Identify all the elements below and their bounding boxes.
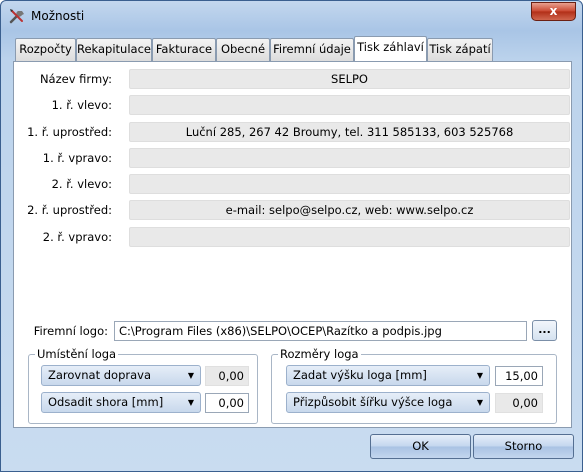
tools-icon <box>9 9 24 24</box>
height-value-input[interactable]: 15,00 <box>495 366 543 386</box>
tab-tisk-zahlavi[interactable]: Tisk záhlaví <box>354 36 427 61</box>
width-combo-value: Přizpůsobit šířku výšce loga <box>293 395 453 409</box>
chevron-down-icon: ▼ <box>476 371 483 380</box>
browse-button[interactable]: ... <box>532 320 557 341</box>
row1-left-field <box>129 95 570 115</box>
tab-obecne[interactable]: Obecné <box>216 38 270 61</box>
company-name-field: SELPO <box>129 69 570 89</box>
align-combo-value: Zarovnat doprava <box>48 368 152 382</box>
align-combo[interactable]: Zarovnat doprava ▼ <box>41 365 201 386</box>
height-combo[interactable]: Zadat výšku loga [mm] ▼ <box>286 365 490 386</box>
chevron-down-icon: ▼ <box>187 398 194 407</box>
row2-left-label: 2. ř. vlevo: <box>51 177 112 191</box>
cancel-button[interactable]: Storno <box>473 434 574 459</box>
company-name-label: Název firmy: <box>39 72 112 86</box>
window-title: Možnosti <box>31 9 85 23</box>
row1-center-field: Luční 285, 267 42 Broumy, tel. 311 58513… <box>129 122 570 142</box>
logo-size-title: Rozměry loga <box>278 347 361 361</box>
row1-right-label: 1. ř. vpravo: <box>42 151 112 165</box>
options-dialog: Možnosti x Rozpočty Rekapitulace Faktura… <box>0 0 583 472</box>
chevron-down-icon: ▼ <box>476 398 483 407</box>
logo-path-input[interactable]: C:\Program Files (x86)\SELPO\OCEP\Razítk… <box>114 321 527 341</box>
row1-left-label: 1. ř. vlevo: <box>51 98 112 112</box>
width-value-field: 0,00 <box>495 393 543 413</box>
logo-size-group: Rozměry loga Zadat výšku loga [mm] ▼ 15,… <box>271 347 557 424</box>
close-icon: x <box>549 4 558 18</box>
tab-rozpocty[interactable]: Rozpočty <box>15 38 76 61</box>
row1-center-label: 1. ř. uprostřed: <box>27 125 112 139</box>
tab-tisk-zapati[interactable]: Tisk zápatí <box>427 38 493 61</box>
offset-combo-value: Odsadit shora [mm] <box>48 395 164 409</box>
tab-firemni-udaje[interactable]: Firemní údaje <box>270 38 354 61</box>
title-bar[interactable]: Možnosti x <box>1 1 582 31</box>
height-combo-value: Zadat výšku loga [mm] <box>293 368 427 382</box>
offset-value-input[interactable]: 0,00 <box>205 393 249 413</box>
align-value-field: 0,00 <box>205 366 249 386</box>
logo-placement-group: Umístění loga Zarovnat doprava ▼ 0,00 Od… <box>28 347 258 424</box>
logo-label: Firemní logo: <box>33 324 108 338</box>
ok-button[interactable]: OK <box>370 434 471 459</box>
row2-right-label: 2. ř. vpravo: <box>42 230 112 244</box>
tab-fakturace[interactable]: Fakturace <box>152 38 216 61</box>
close-button[interactable]: x <box>531 2 576 21</box>
row2-center-label: 2. ř. uprostřed: <box>27 203 112 217</box>
width-combo[interactable]: Přizpůsobit šířku výšce loga ▼ <box>286 392 490 413</box>
row1-right-field <box>129 148 570 168</box>
logo-placement-title: Umístění loga <box>35 347 119 361</box>
chevron-down-icon: ▼ <box>187 371 194 380</box>
row2-right-field <box>129 227 570 247</box>
row2-left-field <box>129 174 570 194</box>
row2-center-field: e-mail: selpo@selpo.cz, web: www.selpo.c… <box>129 200 570 220</box>
offset-combo[interactable]: Odsadit shora [mm] ▼ <box>41 392 201 413</box>
tab-rekapitulace[interactable]: Rekapitulace <box>76 38 152 61</box>
